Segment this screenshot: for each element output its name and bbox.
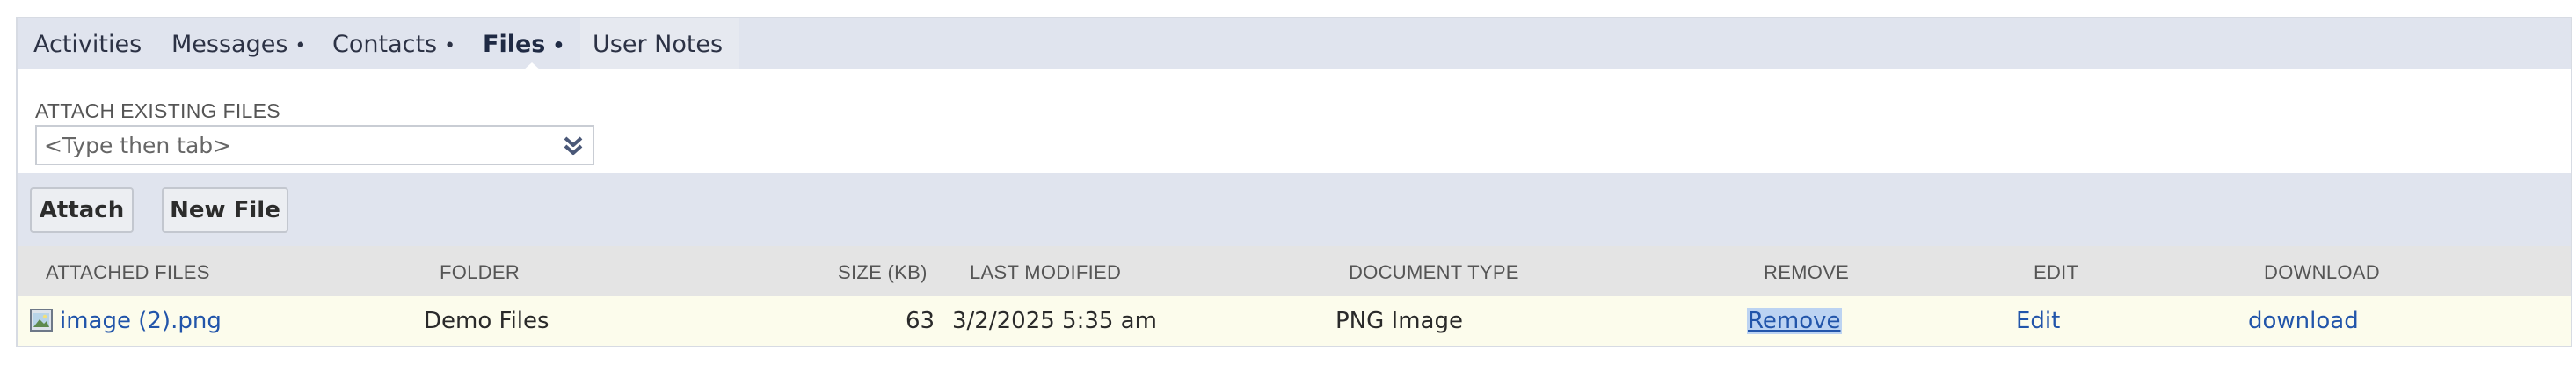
- unread-dot: •: [552, 35, 565, 57]
- document-type-cell: PNG Image: [1335, 308, 1463, 334]
- folder-cell: Demo Files: [424, 308, 549, 334]
- column-header-folder[interactable]: FOLDER: [440, 246, 520, 296]
- column-header-document-type[interactable]: DOCUMENT TYPE: [1349, 246, 1519, 296]
- tab-bar: Activities Messages • Contacts • Files • Us…: [18, 18, 2571, 71]
- remove-link-cell: Remove: [1747, 296, 1842, 346]
- tab-label: User Notes: [593, 31, 724, 58]
- image-file-icon: [30, 309, 53, 332]
- tab-messages[interactable]: Messages •: [171, 18, 306, 69]
- attach-button[interactable]: Attach: [30, 187, 134, 233]
- file-name-link[interactable]: image (2).png: [60, 296, 222, 346]
- tab-label: Files: [483, 31, 546, 58]
- column-header-download: DOWNLOAD: [2264, 261, 2380, 283]
- double-chevron-down-icon[interactable]: [561, 134, 586, 158]
- button-bar: Attach New File: [18, 173, 2571, 246]
- column-header-edit: EDIT: [2034, 261, 2079, 283]
- remove-link[interactable]: Remove: [1747, 308, 1842, 334]
- files-panel: Activities Messages • Contacts • Files • Us…: [16, 17, 2572, 347]
- column-header-attached-files[interactable]: ATTACHED FILES: [46, 246, 210, 296]
- size-cell: 63: [906, 308, 935, 334]
- column-header-size[interactable]: SIZE (KB): [838, 246, 928, 296]
- attach-existing-section: ATTACH EXISTING FILES: [18, 69, 2571, 173]
- table-header: ATTACHED FILES FOLDER SIZE (KB) LAST MOD…: [18, 246, 2571, 296]
- attach-existing-label: ATTACH EXISTING FILES: [35, 99, 280, 122]
- tab-contacts[interactable]: Contacts •: [332, 18, 455, 69]
- tab-label: Activities: [33, 31, 142, 58]
- column-header-last-modified[interactable]: LAST MODIFIED: [970, 246, 1121, 296]
- tab-label: Contacts: [332, 31, 438, 58]
- download-link[interactable]: download: [2248, 296, 2359, 346]
- last-modified-cell: 3/2/2025 5:35 am: [952, 308, 1157, 334]
- new-file-button[interactable]: New File: [162, 187, 288, 233]
- edit-link[interactable]: Edit: [2016, 296, 2060, 346]
- unread-dot: •: [295, 35, 307, 57]
- tab-user-notes[interactable]: User Notes: [580, 18, 739, 69]
- attach-existing-field[interactable]: [35, 125, 594, 165]
- tab-label: Messages: [171, 31, 288, 58]
- unread-dot: •: [444, 35, 456, 57]
- attach-existing-input[interactable]: [44, 127, 536, 164]
- column-header-remove: REMOVE: [1764, 261, 1850, 283]
- table-row: image (2).png Demo Files 63 3/2/2025 5:3…: [18, 296, 2571, 346]
- tab-activities[interactable]: Activities: [33, 18, 142, 69]
